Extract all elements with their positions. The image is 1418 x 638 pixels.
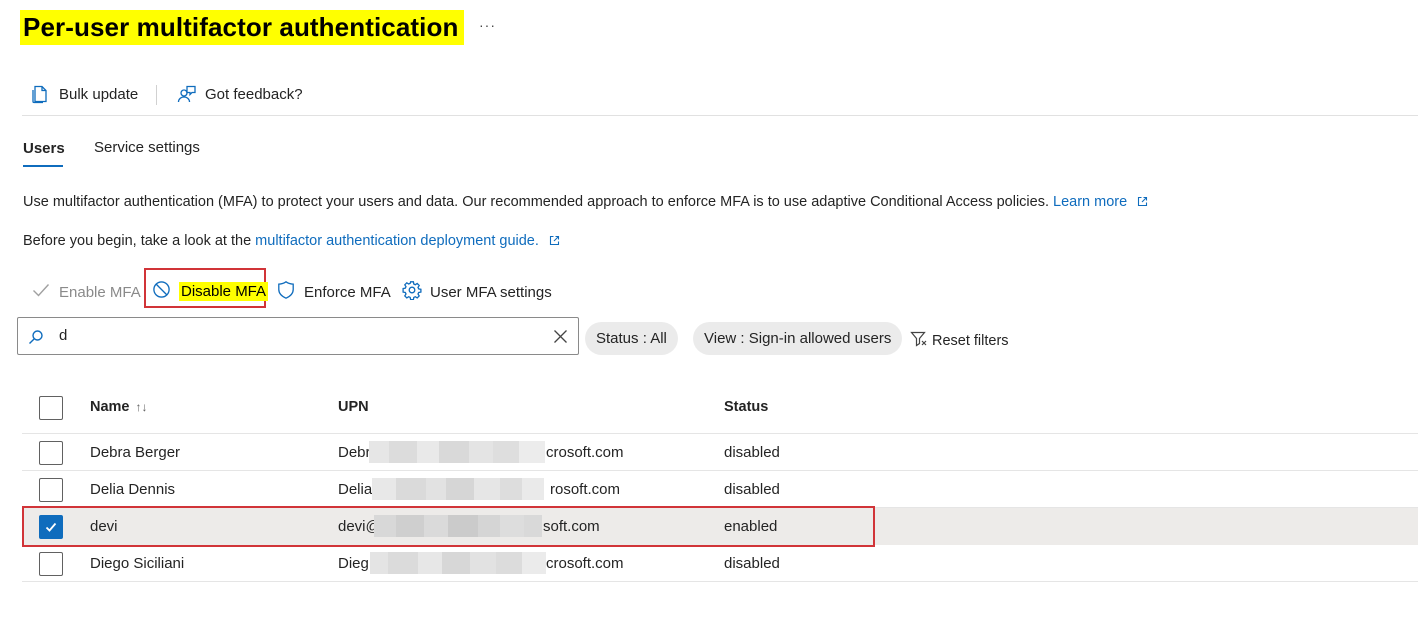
upn-cell: Debr	[338, 444, 371, 461]
search-box[interactable]: d	[17, 317, 579, 355]
feedback-label: Got feedback?	[205, 85, 303, 103]
upn-cell-suffix: rosoft.com	[550, 481, 621, 498]
info-text: Use multifactor authentication (MFA) to …	[23, 194, 1049, 210]
page-title: Per-user multifactor authentication	[23, 12, 459, 42]
info-text-2: Before you begin, take a look at the	[23, 233, 252, 249]
user-name-cell[interactable]: Diego Siciliani	[90, 555, 184, 572]
search-icon	[28, 329, 44, 350]
row-checkbox[interactable]	[39, 552, 63, 576]
external-link-icon	[1137, 195, 1148, 211]
learn-more-link[interactable]: Learn more	[1053, 194, 1127, 210]
user-name-cell[interactable]: Delia Dennis	[90, 481, 175, 498]
selected-row-annotation-box	[22, 506, 875, 547]
redacted-upn	[369, 441, 545, 463]
user-name-cell[interactable]: Debra Berger	[90, 444, 180, 461]
status-cell: disabled	[724, 481, 780, 498]
feedback-button[interactable]: Got feedback?	[177, 84, 303, 104]
status-cell: disabled	[724, 555, 780, 572]
header-divider-line	[22, 433, 1418, 434]
tab-users[interactable]: Users	[23, 140, 65, 157]
name-header-label: Name	[90, 399, 130, 415]
row-divider	[22, 581, 1418, 582]
column-header-name[interactable]: Name ↑↓	[90, 399, 148, 415]
user-mfa-settings-label: User MFA settings	[430, 283, 552, 301]
disable-mfa-button[interactable]: Disable MFA	[152, 280, 269, 303]
bulk-update-label: Bulk update	[59, 85, 139, 103]
disable-mfa-label: Disable MFA	[179, 282, 269, 301]
command-separator	[156, 85, 157, 105]
bulk-update-icon	[31, 84, 51, 104]
block-icon	[152, 280, 171, 303]
header-divider	[22, 115, 1418, 116]
column-header-upn: UPN	[338, 399, 369, 415]
clear-search-icon[interactable]	[553, 329, 568, 349]
tab-service-settings[interactable]: Service settings	[94, 139, 200, 156]
user-mfa-settings-button[interactable]: User MFA settings	[402, 280, 552, 304]
search-input[interactable]: d	[59, 327, 67, 344]
upn-cell-suffix: crosoft.com	[546, 444, 624, 461]
redacted-upn	[372, 478, 544, 500]
tab-users-underline	[23, 165, 63, 167]
page-title-highlight: Per-user multifactor authentication	[20, 10, 465, 45]
enable-mfa-button[interactable]: Enable MFA	[31, 280, 141, 304]
checkmark-icon	[31, 280, 51, 304]
select-all-checkbox[interactable]	[39, 396, 63, 420]
filter-reset-icon	[910, 330, 928, 352]
external-link-icon	[549, 234, 560, 250]
view-filter-pill[interactable]: View : Sign-in allowed users	[693, 322, 903, 355]
shield-icon	[276, 280, 296, 304]
enforce-mfa-label: Enforce MFA	[304, 283, 391, 301]
status-cell: disabled	[724, 444, 780, 461]
info-line-2: Before you begin, take a look at the mul…	[23, 233, 560, 250]
enable-mfa-label: Enable MFA	[59, 283, 141, 301]
gear-icon	[402, 280, 422, 304]
info-line-1: Use multifactor authentication (MFA) to …	[23, 194, 1148, 211]
row-divider	[22, 470, 1418, 471]
sort-icon[interactable]: ↑↓	[136, 400, 148, 414]
reset-filters-label: Reset filters	[932, 333, 1009, 349]
upn-cell-suffix: crosoft.com	[546, 555, 624, 572]
bulk-update-button[interactable]: Bulk update	[31, 84, 138, 104]
deployment-guide-link[interactable]: multifactor authentication deployment gu…	[255, 233, 539, 249]
upn-cell: Delia	[338, 481, 373, 498]
column-header-status: Status	[724, 399, 769, 415]
row-checkbox[interactable]	[39, 441, 63, 465]
status-filter-pill[interactable]: Status : All	[585, 322, 678, 355]
more-options-icon[interactable]: ···	[479, 17, 496, 33]
enforce-mfa-button[interactable]: Enforce MFA	[276, 280, 391, 304]
upn-cell: Dieg	[338, 555, 369, 572]
feedback-icon	[177, 84, 197, 104]
reset-filters-button[interactable]: Reset filters	[910, 330, 1009, 352]
redacted-upn	[370, 552, 546, 574]
row-checkbox[interactable]	[39, 478, 63, 502]
